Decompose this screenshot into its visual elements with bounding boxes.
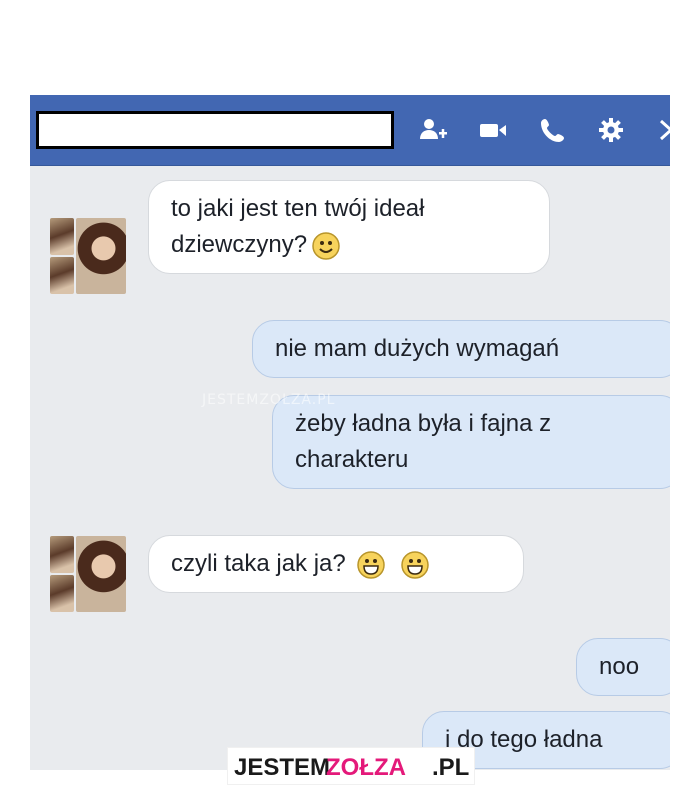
- message-line: czyli taka jak ja?: [171, 546, 501, 582]
- watermark-part: .PL: [432, 754, 470, 781]
- message-line: to jaki jest ten twój ideał: [171, 195, 425, 222]
- smiley-icon: [311, 231, 341, 261]
- close-icon[interactable]: [656, 115, 670, 145]
- avatar-photo: [76, 218, 126, 294]
- message-line: dziewczyny?: [171, 227, 527, 263]
- avatar[interactable]: [50, 536, 126, 612]
- watermark-text: JESTEMZOŁZA.PL: [202, 392, 336, 408]
- message-line: żeby ładna była i fajna z: [295, 410, 552, 437]
- avatar-photo: [50, 536, 74, 573]
- watermark-banner: JESTEM ZOŁZA .PL: [228, 748, 474, 784]
- grin-icon: [400, 550, 430, 580]
- message-line: i do tego ładna: [445, 726, 603, 753]
- add-friend-icon[interactable]: [418, 115, 448, 145]
- message-sent: noo: [576, 638, 670, 696]
- avatar-photo: [50, 575, 74, 612]
- phone-icon[interactable]: [538, 115, 568, 145]
- watermark-part: ZOŁZA: [326, 754, 406, 781]
- chat-window: to jaki jest ten twój ideał dziewczyny? …: [30, 95, 670, 770]
- grin-icon: [356, 550, 386, 580]
- avatar-photo: [76, 536, 126, 612]
- avatar[interactable]: [50, 218, 126, 294]
- contact-name-redacted[interactable]: [36, 111, 394, 149]
- avatar-photo: [50, 218, 74, 255]
- message-text: czyli taka jak ja?: [171, 550, 346, 577]
- message-line: charakteru: [295, 446, 409, 473]
- message-received: to jaki jest ten twój ideał dziewczyny?: [148, 180, 550, 274]
- message-line: noo: [599, 653, 640, 680]
- video-call-icon[interactable]: [478, 115, 508, 145]
- avatar-photo: [50, 257, 74, 294]
- message-text: dziewczyny?: [171, 231, 308, 258]
- chat-titlebar: [30, 95, 670, 166]
- message-sent: nie mam dużych wymagań: [252, 320, 670, 378]
- message-sent: żeby ładna była i fajna z charakteru: [272, 395, 670, 489]
- watermark-part: JESTEM: [234, 754, 331, 781]
- message-line: nie mam dużych wymagań: [275, 335, 560, 362]
- message-received: czyli taka jak ja?: [148, 535, 524, 593]
- gear-icon[interactable]: [596, 115, 626, 145]
